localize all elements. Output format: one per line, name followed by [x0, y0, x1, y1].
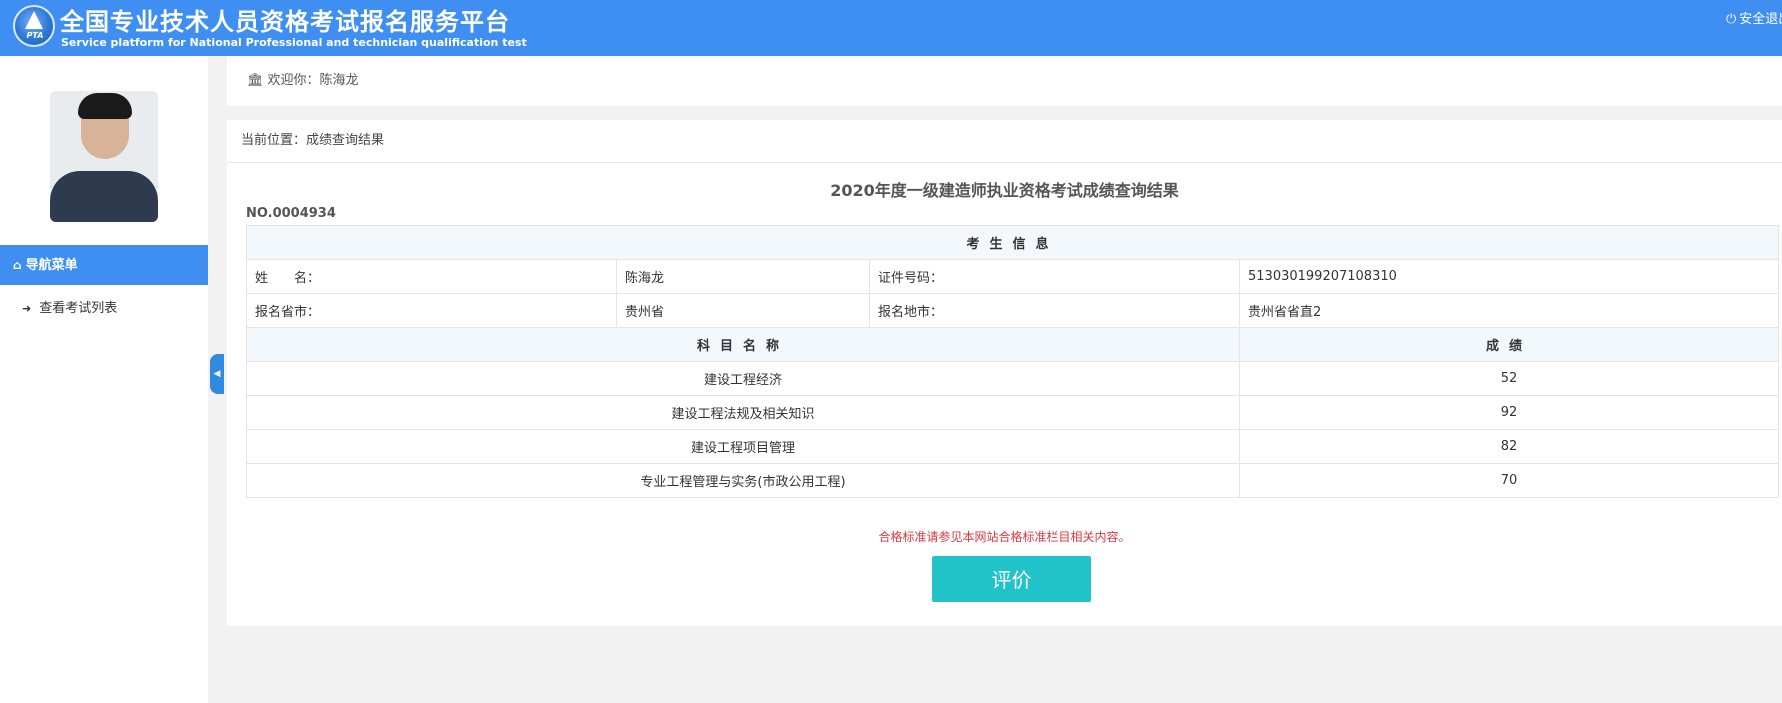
bank-icon: 🏛 [247, 73, 264, 88]
name-label: 姓 名： [246, 259, 617, 294]
name-value: 陈海龙 [616, 259, 870, 294]
sign-in-icon: ➜ [22, 302, 32, 315]
result-card: 当前位置：成绩查询结果 2020年度一级建造师执业资格考试成绩查询结果 NO.0… [227, 120, 1782, 626]
nav-menu-title: 导航菜单 [25, 258, 78, 273]
subject-name: 建设工程法规及相关知识 [246, 395, 1240, 430]
home-icon: ⌂ [13, 258, 22, 272]
score-table: 考生信息 姓 名： 陈海龙 证件号码： 513030199207108310 报… [245, 225, 1780, 498]
avatar-hair [78, 93, 132, 119]
logout-label: 安全退出 [1739, 12, 1782, 27]
breadcrumb: 当前位置：成绩查询结果 [227, 120, 1782, 163]
sidebar-item-label: 查看考试列表 [39, 301, 118, 316]
candidate-info-header: 考生信息 [245, 225, 1780, 260]
chevron-left-icon: ◀ [213, 369, 221, 379]
site-subtitle: Service platform for National Profession… [61, 36, 527, 49]
subject-name: 建设工程经济 [246, 361, 1240, 396]
report-number: NO.0004934 [246, 206, 336, 221]
report-title: 2020年度一级建造师执业资格考试成绩查询结果 [830, 181, 1179, 200]
city-value: 贵州省省直2 [1238, 293, 1780, 328]
welcome-bar: 🏛 欢迎你：陈海龙 [227, 56, 1782, 106]
logo-text: PTA [26, 31, 44, 40]
table-row: 科目名称 成绩 [246, 327, 1780, 362]
table-row: 姓 名： 陈海龙 证件号码： 513030199207108310 [246, 259, 1780, 294]
avatar [50, 91, 158, 222]
nav-menu-header[interactable]: ⌂ 导航菜单 [0, 245, 208, 285]
id-label: 证件号码： [869, 259, 1240, 294]
subject-score: 92 [1238, 395, 1780, 430]
subject-name: 专业工程管理与实务(市政公用工程) [246, 463, 1240, 498]
pta-logo: PTA [13, 5, 55, 47]
subject-score: 82 [1238, 429, 1780, 464]
sidebar: ⌂ 导航菜单 ➜ 查看考试列表 [0, 56, 208, 703]
table-row: 建设工程项目管理 82 [246, 429, 1780, 464]
evaluate-button[interactable]: 评价 [932, 556, 1091, 602]
subject-score: 52 [1238, 361, 1780, 396]
pass-standard-notice: 合格标准请参见本网站合格标准栏目相关内容。 [878, 530, 1131, 544]
star-icon [25, 11, 43, 29]
sidebar-collapse-toggle[interactable]: ◀ [210, 354, 224, 394]
avatar-body [50, 171, 158, 222]
table-row: 建设工程经济 52 [246, 361, 1780, 396]
table-row: 建设工程法规及相关知识 92 [246, 395, 1780, 430]
top-header: PTA 全国专业技术人员资格考试报名服务平台 Service platform … [0, 0, 1782, 56]
province-label: 报名省市： [246, 293, 617, 328]
subject-name: 建设工程项目管理 [246, 429, 1240, 464]
welcome-text: 欢迎你：陈海龙 [267, 73, 359, 88]
table-row: 考生信息 [245, 225, 1780, 260]
subject-header: 科目名称 [246, 327, 1240, 362]
score-header: 成绩 [1238, 327, 1780, 362]
sidebar-item-exam-list[interactable]: ➜ 查看考试列表 [0, 294, 208, 324]
id-value: 513030199207108310 [1238, 259, 1780, 294]
city-label: 报名地市： [869, 293, 1240, 328]
subject-score: 70 [1238, 463, 1780, 498]
logout-link[interactable]: ⏻安全退出 [1726, 8, 1782, 27]
table-row: 专业工程管理与实务(市政公用工程) 70 [246, 463, 1780, 498]
province-value: 贵州省 [616, 293, 870, 328]
power-icon: ⏻ [1726, 12, 1737, 27]
breadcrumb-text: 当前位置：成绩查询结果 [241, 133, 385, 148]
site-title: 全国专业技术人员资格考试报名服务平台 [60, 8, 510, 36]
table-row: 报名省市： 贵州省 报名地市： 贵州省省直2 [246, 293, 1780, 328]
